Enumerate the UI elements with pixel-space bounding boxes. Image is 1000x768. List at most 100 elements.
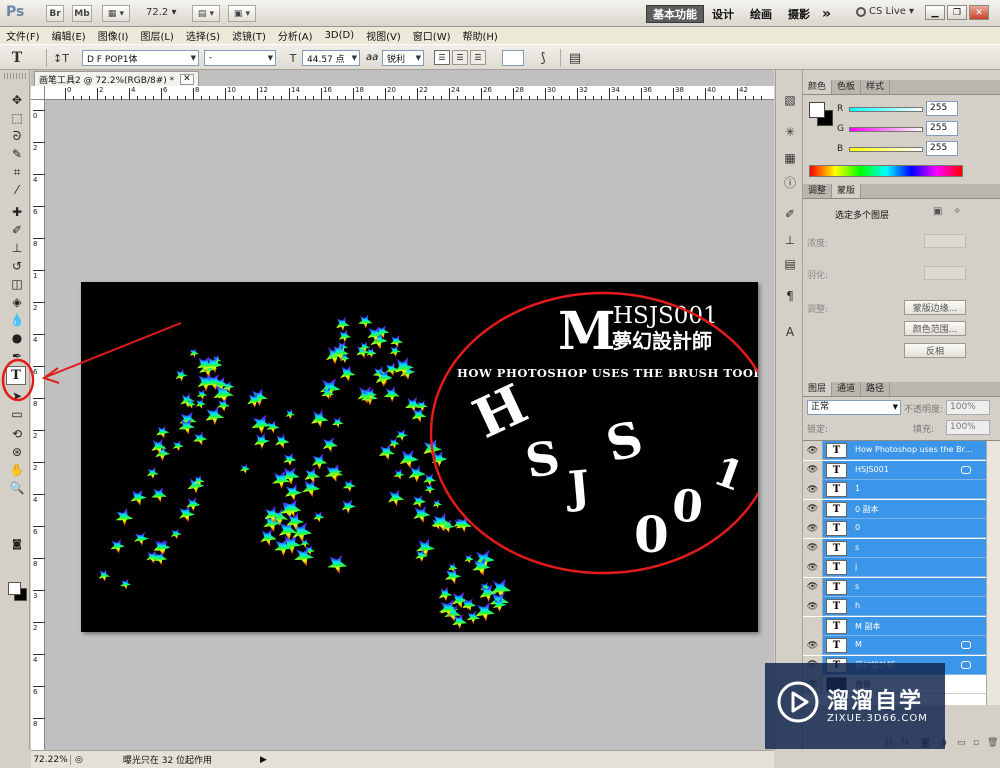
density-field[interactable] [924, 234, 966, 248]
text-layer-icon: T [826, 599, 847, 614]
blend-mode-select[interactable]: 正常 ▼ [807, 400, 901, 415]
green-value[interactable]: 255 [926, 121, 958, 136]
text-layer-icon: T [826, 443, 847, 458]
tab-layers[interactable]: 图层 [803, 382, 833, 396]
panel-dock: 颜色 色板 样式 R 255 G 255 B 255 调整 蒙版 选定多个图层 … [803, 70, 1000, 750]
eye-icon[interactable]: 👁 [803, 480, 823, 499]
delete-layer-icon[interactable]: 🗑 [987, 738, 998, 748]
watermark-title: 溜溜自学 [827, 689, 924, 714]
masks-header: 选定多个图层 [835, 211, 890, 221]
layer-row[interactable]: 👁 T 0 副本 [803, 499, 986, 519]
text-layer-icon: T [826, 560, 847, 575]
text-layer-icon: T [826, 638, 847, 653]
text-layer-icon: T [826, 540, 847, 556]
layer-row[interactable]: 👁 Th [803, 597, 986, 616]
text-layer-icon: T [826, 579, 847, 595]
mask-edge-button[interactable]: 蒙版边缘... [904, 300, 966, 315]
tab-styles[interactable]: 样式 [861, 80, 891, 94]
character-panel-icon[interactable]: A [781, 324, 799, 340]
eye-icon[interactable]: 👁 [803, 577, 823, 597]
layer-row[interactable]: 👁 T 1 [803, 480, 986, 499]
layer-row[interactable]: 👁 Ts [803, 538, 986, 558]
eye-icon[interactable]: 👁 [803, 441, 823, 460]
paragraph-panel-icon[interactable]: ¶ [781, 288, 799, 304]
new-layer-icon[interactable]: ▫ [973, 738, 979, 748]
feather-field[interactable] [924, 266, 966, 280]
color-fg-bg[interactable] [809, 102, 835, 128]
text-layer-icon: T [826, 618, 847, 634]
red-value[interactable]: 255 [926, 101, 958, 116]
blue-slider[interactable] [849, 147, 923, 152]
blue-value[interactable]: 255 [926, 141, 958, 156]
opacity-input[interactable]: 100% [946, 400, 990, 415]
eye-icon[interactable]: 👁 [803, 499, 823, 519]
text-layer-icon: T [826, 501, 847, 517]
status-menu-arrow-icon[interactable]: ▶ [260, 755, 267, 765]
actions-panel-icon[interactable]: ▤ [781, 256, 799, 272]
histogram-panel-icon[interactable]: ▦ [781, 150, 799, 166]
new-group-icon[interactable]: ▭ [957, 738, 966, 748]
layer-row[interactable]: 👁 Ts [803, 577, 986, 597]
layer-row[interactable]: 👁 T 0 [803, 519, 986, 538]
info-panel-icon[interactable]: ⓘ [781, 174, 799, 190]
layer-row[interactable]: 👁 Tj [803, 558, 986, 577]
fill-input[interactable]: 100% [946, 420, 990, 435]
eye-icon[interactable]: 👁 [803, 597, 823, 616]
layers-scrollbar[interactable] [986, 441, 1000, 705]
text-layer-icon: T [826, 482, 847, 497]
eye-icon[interactable]: 👁 [803, 538, 823, 558]
status-bar: 72.22% ◎ 曝光只在 32 位起作用 ▶ [31, 750, 774, 768]
text-layer-icon: T [826, 462, 847, 478]
green-slider[interactable] [849, 127, 923, 132]
panel-icon-strip: ▧ ✳ ▦ ⓘ ✐ ⊥ ▤ ¶ A [775, 70, 803, 750]
status-info-icon[interactable]: ◎ [75, 755, 83, 765]
blue-label: B [837, 144, 844, 154]
history-panel-icon[interactable]: ▧ [781, 92, 799, 108]
color-spectrum[interactable] [809, 165, 963, 177]
tab-paths[interactable]: 路径 [861, 382, 891, 396]
layer-row[interactable]: TM 副本 [803, 616, 986, 636]
eye-icon[interactable]: 👁 [803, 460, 823, 480]
annotation-arrow [45, 322, 182, 378]
red-slider[interactable] [849, 107, 923, 112]
fx-icon[interactable] [961, 465, 971, 474]
tab-masks[interactable]: 蒙版 [832, 184, 862, 198]
layer-row[interactable]: 👁 T How Photoshop uses the Bru... [803, 441, 986, 460]
green-label: G [837, 124, 844, 134]
color-panel-tabs: 颜色 色板 样式 [803, 80, 1000, 95]
brush-panel-icon[interactable]: ✐ [781, 206, 799, 222]
add-vector-mask-icon[interactable]: ✧ [953, 206, 961, 217]
fx-icon[interactable] [961, 660, 971, 669]
tab-color[interactable]: 颜色 [803, 80, 833, 94]
layer-row[interactable]: 👁 T HSJS001 [803, 460, 986, 480]
watermark: 溜溜自学 ZIXUE.3D66.COM [765, 663, 945, 749]
clone-source-panel-icon[interactable]: ⊥ [781, 232, 799, 248]
navigator-panel-icon[interactable]: ✳ [781, 124, 799, 140]
watermark-url: ZIXUE.3D66.COM [827, 713, 928, 724]
add-pixel-mask-icon[interactable]: ▣ [933, 206, 942, 217]
masks-panel-tabs: 调整 蒙版 [803, 184, 1000, 199]
color-range-button[interactable]: 颜色范围... [904, 321, 966, 336]
fill-label: 填充: [913, 425, 935, 435]
eye-icon[interactable]: 👁 [803, 636, 823, 655]
status-message: 曝光只在 32 位起作用 [122, 756, 213, 766]
refine-label: 调整: [807, 305, 829, 315]
status-zoom[interactable]: 72.22% [31, 754, 71, 765]
tool-highlight-circle [1, 358, 35, 402]
red-label: R [837, 104, 844, 114]
opacity-label: 不透明度: [904, 405, 944, 415]
fx-icon[interactable] [961, 641, 971, 649]
eye-icon[interactable]: 👁 [803, 558, 823, 577]
eye-hidden-icon[interactable] [803, 616, 823, 636]
text-layer-icon: T [826, 521, 847, 536]
density-label: 浓度: [807, 239, 829, 249]
feather-label: 羽化: [807, 271, 829, 281]
tab-swatches[interactable]: 色板 [832, 80, 862, 94]
play-logo-icon [777, 681, 819, 723]
tab-adjustments[interactable]: 调整 [803, 184, 833, 198]
eye-icon[interactable]: 👁 [803, 519, 823, 538]
tab-channels[interactable]: 通道 [832, 382, 862, 396]
layer-row[interactable]: 👁 T M [803, 636, 986, 655]
layers-panel-tabs: 图层 通道 路径 [803, 382, 1000, 397]
invert-button[interactable]: 反相 [904, 343, 966, 358]
